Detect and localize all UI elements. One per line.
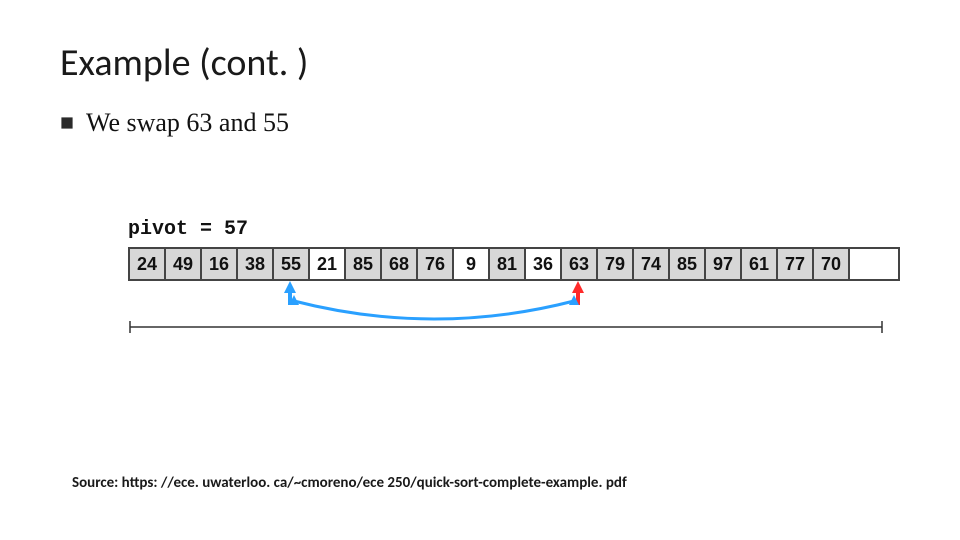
array-cell: 68 [382, 249, 418, 279]
array-cell: 61 [742, 249, 778, 279]
range-bracket [124, 317, 904, 337]
page-title: Example (cont. ) [60, 40, 900, 86]
array-cell: 70 [814, 249, 850, 279]
array-cell: 81 [490, 249, 526, 279]
array-cell: 63 [562, 249, 598, 279]
array-cell [850, 249, 886, 279]
array-cell: 85 [346, 249, 382, 279]
statement-text: We swap 63 and 55 [86, 108, 289, 138]
array-cell: 21 [310, 249, 346, 279]
array-diagram: 244916385521856876981366379748597617770 [128, 247, 900, 281]
array-cell: 74 [634, 249, 670, 279]
array-cell: 55 [274, 249, 310, 279]
array-cell: 36 [526, 249, 562, 279]
array-cell: 76 [418, 249, 454, 279]
statement-row: We swap 63 and 55 [60, 108, 900, 138]
array-cell: 16 [202, 249, 238, 279]
source-citation: Source: https: //ece. uwaterloo. ca/~cmo… [72, 474, 627, 492]
pivot-label: pivot = 57 [128, 218, 900, 241]
array-cell: 77 [778, 249, 814, 279]
array-cell: 24 [130, 249, 166, 279]
bullet-icon [60, 116, 74, 130]
array-cell: 38 [238, 249, 274, 279]
array-cell: 79 [598, 249, 634, 279]
array-cell: 97 [706, 249, 742, 279]
array-row: 244916385521856876981366379748597617770 [128, 247, 900, 281]
array-cell: 85 [670, 249, 706, 279]
array-cell: 49 [166, 249, 202, 279]
array-cell: 9 [454, 249, 490, 279]
